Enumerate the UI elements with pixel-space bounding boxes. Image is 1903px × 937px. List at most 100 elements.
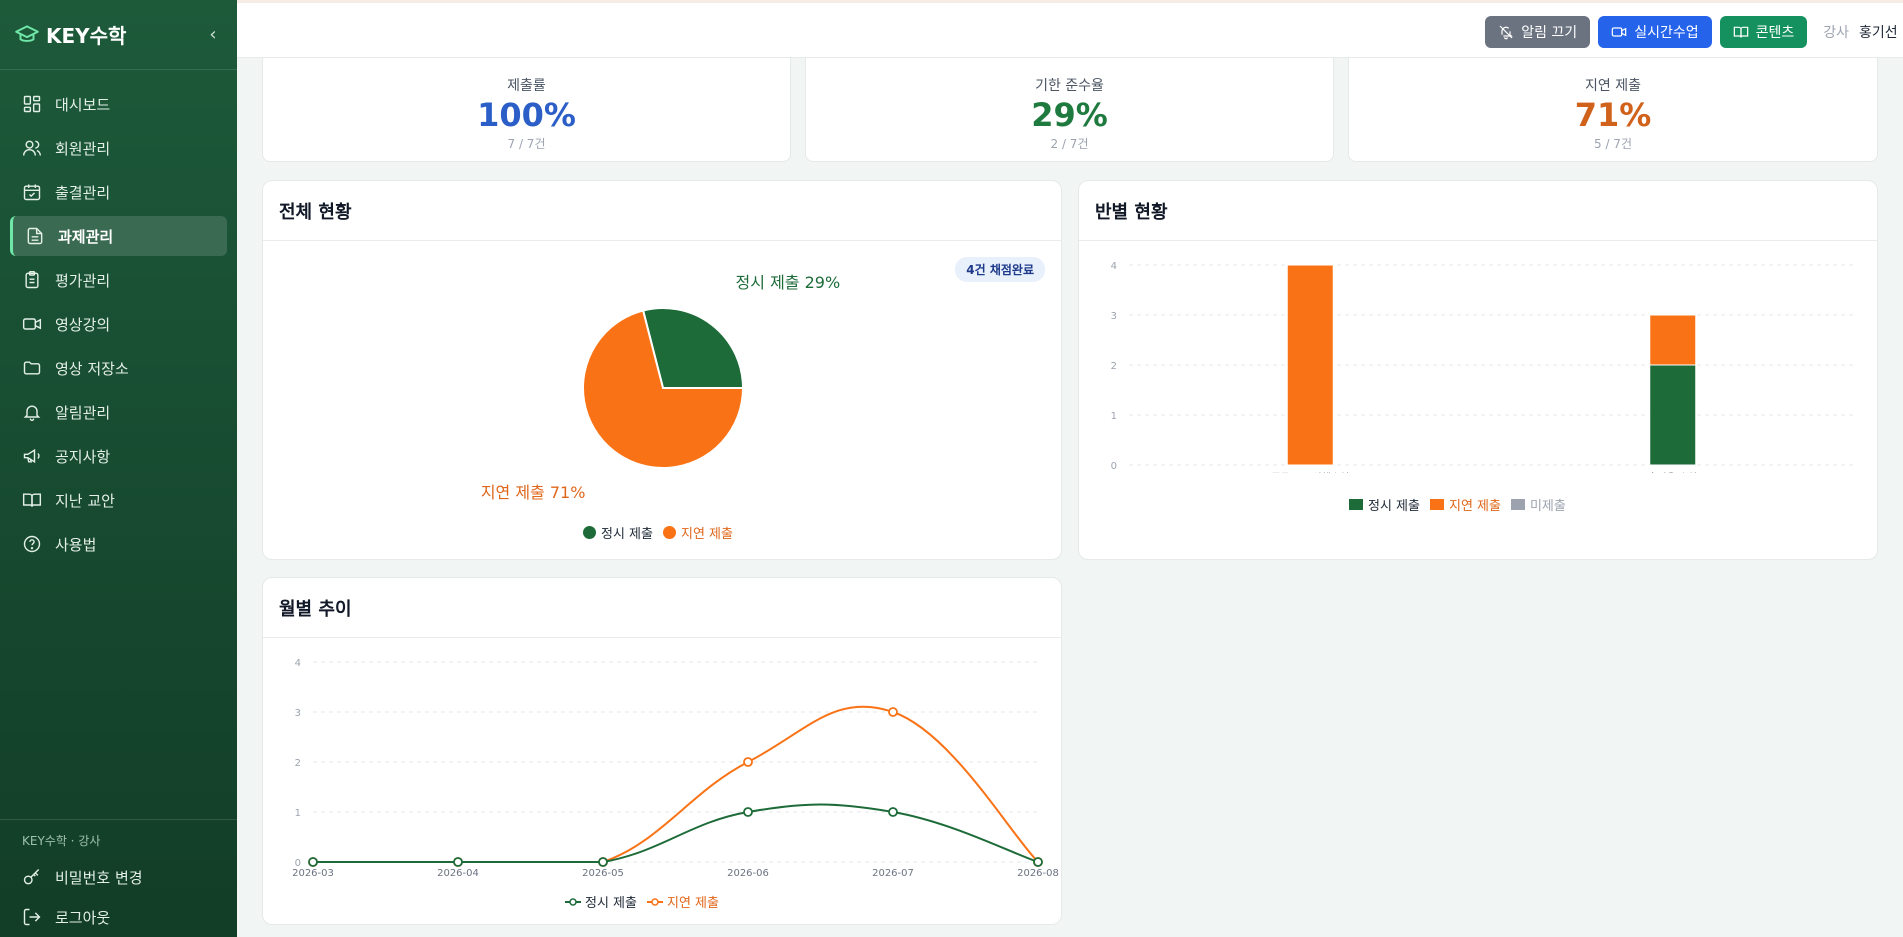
legend-swatch (662, 526, 676, 539)
data-point (598, 857, 608, 867)
legend-swatch (646, 897, 663, 906)
sidebar-nav: 대시보드 회원관리 출결관리 과제관리 평가관리 영상강의 영상 저장소 알림관… (0, 70, 237, 564)
legend-swatch (565, 897, 581, 906)
clipboard-icon (25, 270, 39, 289)
monthly-trend-panel: 월별 추이 0 1 2 3 4 2026-03 2026-04 2026-05 2026-06 2… (262, 577, 1062, 925)
legend-item-ontime[interactable]: 정시 제출 (565, 892, 637, 911)
user-name[interactable]: 홍기선 (1859, 22, 1903, 42)
y-tick-label: 0 (1111, 461, 1117, 472)
sidebar-item-label: 과제관리 (58, 227, 114, 246)
sidebar-item-attendance[interactable]: 출결관리 (10, 172, 227, 212)
collapse-sidebar-icon[interactable]: ‹ (203, 24, 223, 45)
logout-link[interactable]: 로그아웃 (0, 897, 237, 937)
sidebar-item-assignments[interactable]: 과제관리 (10, 216, 227, 256)
sidebar-item-past-materials[interactable]: 지난 교안 (10, 480, 227, 520)
calendar-check-icon (23, 184, 41, 201)
logout-label: 로그아웃 (55, 908, 111, 927)
sidebar-item-label: 공지사항 (55, 447, 111, 466)
legend-label: 지연 제출 (1448, 499, 1501, 514)
sidebar-item-label: 회원관리 (55, 139, 111, 158)
stacked-bar-chart: 0 1 2 3 4 중등 1-2 선행수업 홍지용 수업 (1111, 261, 1854, 473)
sidebar: KEY수학 ‹ 대시보드 회원관리 출결관리 과제관리 평가관리 영상강의 영상… (0, 0, 237, 937)
stat-label: 지연 제출 (1585, 78, 1641, 94)
data-point (1033, 857, 1043, 867)
top-actions: 알림 끄기 실시간수업 콘텐츠 강사 홍기선 (1485, 16, 1903, 48)
data-point (308, 857, 318, 867)
stat-value: 29% (1031, 96, 1108, 134)
stat-label: 제출률 (507, 78, 546, 94)
brand-name: KEY수학 (46, 24, 127, 48)
y-tick-label: 4 (295, 658, 301, 669)
top-bar: 알림 끄기 실시간수업 콘텐츠 강사 홍기선 (237, 0, 1903, 58)
sidebar-item-label: 사용법 (55, 535, 97, 554)
legend-item-late[interactable]: 지연 제출 (662, 523, 733, 542)
overall-status-panel: 전체 현황 4건 채점완료 정시 제출 29% 지연 제출 71% 정시 제출 지… (262, 180, 1062, 560)
series-line (313, 803, 1039, 863)
brand: KEY수학 ‹ (0, 0, 237, 70)
sidebar-item-label: 평가관리 (55, 271, 111, 290)
stat-value: 71% (1574, 96, 1652, 134)
legend-item-missing[interactable]: 미제출 (1510, 495, 1566, 514)
y-tick-label: 2 (1111, 361, 1117, 372)
y-tick-label: 4 (1111, 261, 1117, 272)
video-icon (22, 318, 42, 330)
panel-title: 월별 추이 (263, 578, 1061, 638)
mute-notifications-label: 알림 끄기 (1521, 25, 1578, 41)
legend-item-ontime[interactable]: 정시 제출 (1349, 495, 1420, 514)
video-icon (1611, 27, 1627, 37)
x-tick-label: 2026-05 (582, 868, 624, 879)
change-password-link[interactable]: 비밀번호 변경 (0, 857, 237, 897)
line-chart: 012342026-03 2026-04 2026-05 2026-06 2026-07… (292, 658, 1059, 879)
y-tick-label: 3 (1111, 311, 1117, 322)
bar-legend: 정시 제출 지연 제출 미제출 (1349, 495, 1576, 514)
graduation-cap-icon (15, 24, 39, 42)
bar-segment (1286, 264, 1334, 466)
sidebar-item-notices[interactable]: 공지사항 (10, 436, 227, 476)
stat-sub: 7 / 7건 (507, 137, 546, 151)
stat-sub: 2 / 7건 (1050, 137, 1089, 151)
y-tick-label: 1 (295, 808, 301, 819)
legend-label: 정시 제출 (601, 527, 653, 542)
x-tick-label: 중등 1-2 선행수업 (1271, 471, 1349, 473)
sidebar-item-help[interactable]: 사용법 (10, 524, 227, 564)
bell-icon (23, 405, 41, 421)
sidebar-item-label: 알림관리 (55, 403, 111, 422)
x-tick-label: 2026-07 (872, 868, 914, 879)
sidebar-item-members[interactable]: 회원관리 (10, 128, 227, 168)
sidebar-item-video-storage[interactable]: 영상 저장소 (10, 348, 227, 388)
stat-card-on-time-rate: 기한 준수율 29% 2 / 7건 (805, 58, 1334, 162)
legend-swatch (583, 526, 596, 539)
document-icon (27, 227, 43, 245)
stat-value: 100% (477, 96, 576, 134)
sidebar-item-label: 영상강의 (55, 315, 111, 334)
folder-icon (23, 361, 41, 375)
panel-title: 반별 현황 (1079, 181, 1877, 241)
live-class-button[interactable]: 실시간수업 (1598, 16, 1712, 48)
legend-item-late[interactable]: 지연 제출 (646, 892, 719, 911)
legend-label: 정시 제출 (1368, 499, 1420, 514)
sidebar-item-evaluation[interactable]: 평가관리 (10, 260, 227, 300)
sidebar-item-dashboard[interactable]: 대시보드 (10, 84, 227, 124)
sidebar-item-notifications[interactable]: 알림관리 (10, 392, 227, 432)
x-tick-label: 2026-04 (437, 868, 479, 879)
data-point (888, 807, 898, 817)
by-class-status-panel: 반별 현황 0 1 2 3 4 중등 1-2 선행수업 홍지용 수업 정시 제출 지연 제출… (1078, 180, 1878, 560)
legend-item-ontime[interactable]: 정시 제출 (583, 523, 653, 542)
sidebar-item-label: 대시보드 (55, 95, 111, 114)
x-tick-label: 홍지용 수업 (1648, 471, 1697, 473)
live-class-label: 실시간수업 (1634, 25, 1699, 41)
mute-notifications-button[interactable]: 알림 끄기 (1485, 16, 1591, 48)
legend-item-late[interactable]: 지연 제출 (1429, 495, 1501, 514)
sidebar-item-label: 영상 저장소 (55, 359, 129, 378)
sidebar-footer: KEY수학 · 강사 비밀번호 변경 로그아웃 (0, 819, 237, 937)
series-line (313, 705, 1039, 863)
y-tick-label: 1 (1111, 411, 1117, 422)
book-icon (22, 493, 42, 507)
content-button[interactable]: 콘텐츠 (1719, 16, 1808, 48)
x-tick-label: 2026-03 (292, 868, 334, 879)
data-point (743, 807, 753, 817)
panel-title: 전체 현황 (263, 181, 1061, 241)
logout-icon (23, 908, 41, 926)
sidebar-item-video-lectures[interactable]: 영상강의 (10, 304, 227, 344)
bar-segment (1649, 364, 1697, 466)
